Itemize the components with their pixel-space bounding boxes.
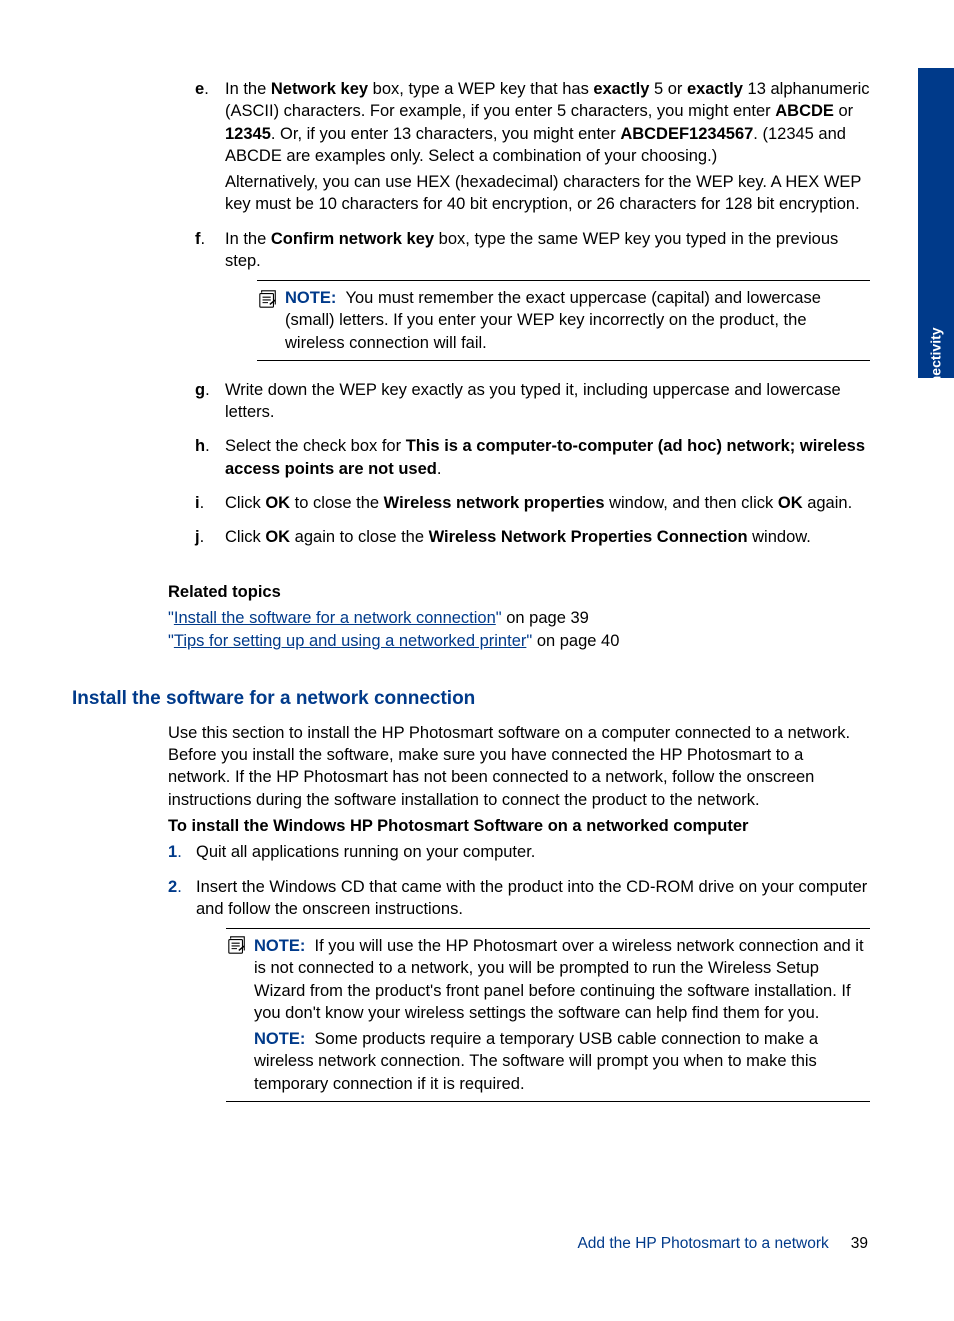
step-marker: f: [195, 228, 225, 371]
note-2-text: NOTE: Some products require a temporary …: [254, 1028, 870, 1095]
related-link-2-line: "Tips for setting up and using a network…: [168, 630, 870, 652]
section-intro: Use this section to install the HP Photo…: [168, 722, 866, 837]
step-j-text: Click OK again to close the Wireless Net…: [225, 526, 870, 548]
step-e-p1: In the Network key box, type a WEP key t…: [225, 78, 870, 167]
note-text: NOTE: You must remember the exact upperc…: [285, 287, 870, 354]
sub-heading: To install the Windows HP Photosmart Sof…: [168, 815, 866, 837]
page: Connectivity e In the Network key box, t…: [0, 0, 954, 1321]
step-marker: h: [195, 435, 225, 484]
step-h: h Select the check box for This is a com…: [195, 435, 870, 484]
related-topics: Related topics "Install the software for…: [168, 581, 870, 653]
related-link-2[interactable]: Tips for setting up and using a networke…: [174, 632, 527, 650]
step-e-p2: Alternatively, you can use HEX (hexadeci…: [225, 171, 870, 216]
step-marker: e: [195, 78, 225, 220]
numbered-steps: 1 Quit all applications running on your …: [168, 841, 870, 1112]
note-label: NOTE:: [254, 937, 305, 955]
content-area: e In the Network key box, type a WEP key…: [0, 78, 870, 1120]
note-1-text: NOTE: If you will use the HP Photosmart …: [254, 935, 870, 1024]
intro-text: Use this section to install the HP Photo…: [168, 722, 866, 811]
note-box: NOTE: You must remember the exact upperc…: [257, 280, 870, 361]
lettered-steps: e In the Network key box, type a WEP key…: [195, 78, 870, 553]
step-1-text: Quit all applications running on your co…: [196, 841, 870, 863]
step-j: j Click OK again to close the Wireless N…: [195, 526, 870, 552]
step-2-text: Insert the Windows CD that came with the…: [196, 876, 870, 921]
step-2: 2 Insert the Windows CD that came with t…: [168, 876, 870, 1112]
step-f-p1: In the Confirm network key box, type the…: [225, 228, 870, 273]
step-marker: 2: [168, 876, 196, 1112]
note-label: NOTE:: [285, 289, 336, 307]
chapter-tab-label: Connectivity: [927, 327, 946, 411]
step-marker: j: [195, 526, 225, 552]
note-box: NOTE: If you will use the HP Photosmart …: [226, 928, 870, 1102]
related-link-1[interactable]: Install the software for a network conne…: [174, 609, 496, 627]
step-i-text: Click OK to close the Wireless network p…: [225, 492, 870, 514]
page-number: 39: [851, 1235, 868, 1252]
step-h-text: Select the check box for This is a compu…: [225, 435, 870, 480]
step-g-text: Write down the WEP key exactly as you ty…: [225, 379, 870, 424]
step-marker: i: [195, 492, 225, 518]
footer-text: Add the HP Photosmart to a network: [577, 1235, 828, 1252]
step-1: 1 Quit all applications running on your …: [168, 841, 870, 867]
chapter-tab: Connectivity: [918, 68, 954, 378]
step-marker: g: [195, 379, 225, 428]
step-g: g Write down the WEP key exactly as you …: [195, 379, 870, 428]
related-heading: Related topics: [168, 581, 870, 603]
step-marker: 1: [168, 841, 196, 867]
related-link-1-line: "Install the software for a network conn…: [168, 607, 870, 629]
section-heading: Install the software for a network conne…: [72, 686, 870, 712]
note-icon: [257, 289, 279, 309]
step-i: i Click OK to close the Wireless network…: [195, 492, 870, 518]
step-f: f In the Confirm network key box, type t…: [195, 228, 870, 371]
step-e: e In the Network key box, type a WEP key…: [195, 78, 870, 220]
note-label: NOTE:: [254, 1030, 305, 1048]
footer: Add the HP Photosmart to a network 39: [577, 1234, 868, 1255]
note-icon: [226, 935, 248, 955]
